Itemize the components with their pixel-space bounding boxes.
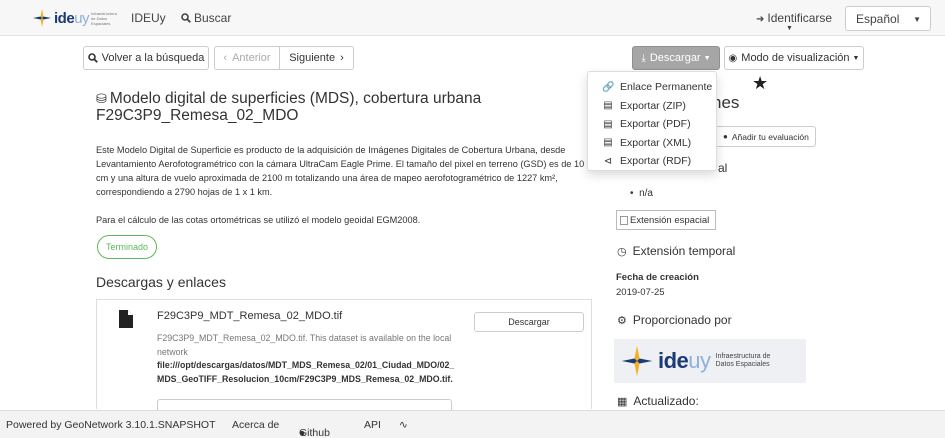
list-item: • n/a [630, 188, 653, 199]
download-dropdown-menu: 🔗 Enlace Permanente ▤ Exportar (ZIP) ▤ Expo… [587, 71, 717, 171]
share-icon: ⊲ [603, 155, 613, 167]
next-button[interactable]: Siguiente › [279, 46, 354, 70]
view-mode-button[interactable]: ◉ Modo de visualización ▼ [724, 46, 864, 70]
download-file-button[interactable]: Descargar [474, 312, 584, 332]
login-link[interactable]: ➜ Identificarse ▼ [756, 11, 832, 32]
nav-search-link[interactable]: Buscar [181, 11, 231, 25]
ideuy-star-icon [621, 345, 653, 377]
downloads-heading: Descargas y enlaces [96, 274, 226, 290]
rss-icon[interactable]: ∿ [399, 419, 408, 431]
download-item-description: F29C3P9_MDT_Remesa_02_MDO.tif. This data… [157, 333, 455, 384]
menu-item-export-xml[interactable]: ▤ Exportar (XML) [588, 134, 716, 153]
logo-wordmark: ideuy [54, 9, 90, 27]
file-xml-icon: ▤ [603, 137, 613, 149]
previous-button[interactable]: ‹ Anterior [214, 46, 280, 70]
link-icon: 🔗 [602, 81, 615, 93]
spatial-extent-image: Extensión espacial [616, 210, 716, 230]
footer: Powered by GeoNetwork 3.10.1.SNAPSHOT Ac… [0, 410, 945, 438]
chevron-left-icon: ‹ [223, 52, 228, 64]
caret-down-icon: ▼ [852, 54, 860, 62]
record-description: Este Modelo Digital de Superficie es pro… [96, 145, 585, 197]
creation-date-value: 2019-07-25 [616, 287, 665, 298]
record-description-geoid: Para el cálculo de las cotas ortométrica… [96, 215, 421, 225]
back-to-search-button[interactable]: Volver a la búsqueda [83, 46, 209, 70]
search-icon [87, 53, 98, 63]
download-button[interactable]: ⤓ Descargar ▼ [632, 46, 720, 70]
calendar-icon: ▦ [617, 395, 628, 408]
chevron-right-icon: › [340, 52, 344, 64]
language-select[interactable]: Español ▼ [845, 6, 931, 31]
search-icon [181, 13, 191, 23]
sidebar-spatial-heading: al [718, 161, 728, 175]
star-icon[interactable]: ★ [752, 73, 768, 94]
logo-subtitle: Infraestructura de Datos Espaciales [91, 10, 117, 26]
provider-logo[interactable]: ideuy Infraestructura de Datos Espaciale… [614, 339, 806, 383]
eye-icon: ◉ [728, 52, 738, 64]
about-link[interactable]: Acerca de [232, 419, 279, 431]
provider-subtitle: Infraestructura de Datos Espaciales [715, 353, 771, 368]
download-item-name: F29C3P9_MDT_Remesa_02_MDO.tif [157, 310, 343, 322]
broken-image-icon [620, 215, 628, 225]
menu-item-permalink[interactable]: 🔗 Enlace Permanente [588, 78, 716, 97]
powered-by-text: Powered by GeoNetwork 3.10.1.SNAPSHOT [6, 419, 216, 431]
menu-item-export-zip[interactable]: ▤ Exportar (ZIP) [588, 97, 716, 116]
provider-wordmark: ideuy [658, 348, 711, 373]
status-badge: Terminado [97, 235, 157, 259]
provided-by-heading: ⚙ Proporcionado por [617, 313, 732, 327]
file-zip-icon: ▤ [603, 100, 613, 112]
updated-heading: ▦ Actualizado: [617, 394, 699, 408]
creation-date-label: Fecha de creación [616, 272, 699, 283]
chevron-down-icon: ▼ [786, 25, 793, 32]
ideuy-logo[interactable]: ideuy Infraestructura de Datos Espaciale… [32, 8, 121, 28]
temporal-extent-heading: ◷ Extensión temporal [617, 244, 736, 258]
api-link[interactable]: API [364, 419, 381, 431]
gear-icon: ⚙ [617, 314, 627, 327]
file-pdf-icon: ▤ [603, 118, 613, 130]
comment-icon: ● [723, 132, 728, 141]
chevron-down-icon: ▼ [913, 15, 921, 24]
download-item-path[interactable]: file:///opt/descargas/datos/MDT_MDS_Reme… [157, 360, 454, 384]
menu-item-export-rdf[interactable]: ⊲ Exportar (RDF) [588, 152, 716, 171]
menu-item-export-pdf[interactable]: ▤ Exportar (PDF) [588, 115, 716, 134]
download-item-card: F29C3P9_MDT_Remesa_02_MDO.tif F29C3P9_MD… [96, 299, 592, 411]
sign-in-icon: ➜ [756, 14, 765, 25]
database-icon: ⛁ [96, 91, 107, 106]
add-rating-button[interactable]: ● Añadir tu evaluación [714, 126, 816, 147]
page-title: ⛁ Modelo digital de superficies (MDS), co… [96, 90, 482, 124]
top-navbar: ideuy Infraestructura de Datos Espaciale… [0, 0, 945, 36]
clock-icon: ◷ [617, 245, 627, 258]
ideuy-star-icon [33, 9, 51, 27]
file-icon [119, 310, 133, 328]
nav-home-link[interactable]: IDEUy [131, 11, 166, 25]
caret-down-icon: ▼ [703, 54, 711, 62]
download-icon: ⤓ [641, 52, 646, 64]
